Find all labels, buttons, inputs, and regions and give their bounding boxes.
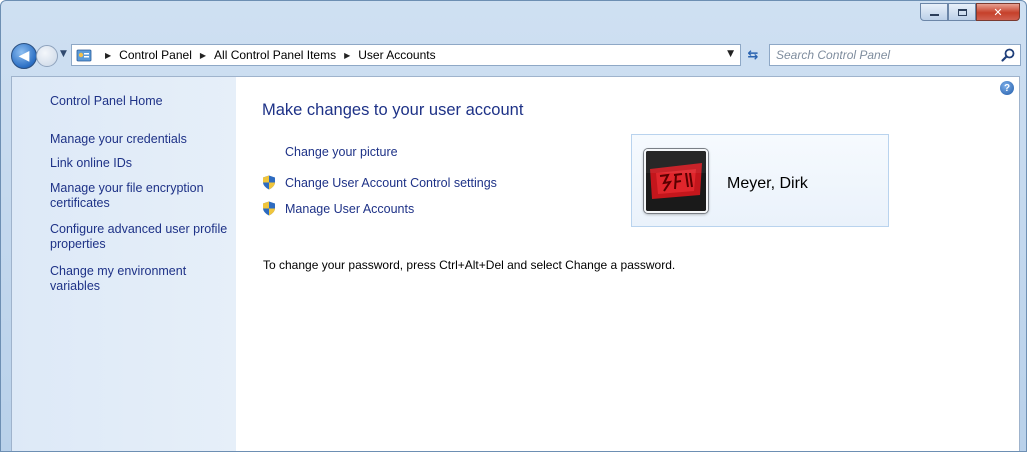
- forward-button[interactable]: [36, 45, 58, 67]
- sidebar: Control Panel Home Manage your credentia…: [12, 77, 236, 451]
- user-account-tile: Meyer, Dirk: [631, 134, 889, 227]
- maximize-button[interactable]: [948, 3, 976, 21]
- manage-user-accounts-link[interactable]: Manage User Accounts: [285, 202, 414, 216]
- search-icon[interactable]: [1000, 47, 1016, 63]
- user-picture-icon: [646, 151, 706, 211]
- help-button[interactable]: ?: [1000, 81, 1014, 95]
- uac-shield-icon: [263, 175, 275, 190]
- window-caption-buttons: ✕: [920, 3, 1020, 23]
- breadcrumb-user-accounts[interactable]: User Accounts: [358, 48, 435, 62]
- history-dropdown-icon[interactable]: ▼: [60, 49, 67, 59]
- avatar[interactable]: [644, 149, 708, 213]
- user-name: Meyer, Dirk: [727, 175, 808, 192]
- breadcrumb-all-items[interactable]: All Control Panel Items: [214, 48, 336, 62]
- breadcrumb-separator-icon[interactable]: ▶: [200, 51, 206, 60]
- breadcrumb-control-panel[interactable]: Control Panel: [119, 48, 192, 62]
- main-panel: ? Make changes to your user account Chan…: [236, 77, 1019, 451]
- control-panel-window: ✕ ◀ ▼ ▶ Control Panel ▶ All Control Pane…: [0, 0, 1027, 452]
- page-title: Make changes to your user account: [262, 101, 524, 119]
- change-uac-settings-link[interactable]: Change User Account Control settings: [285, 176, 497, 190]
- change-picture-link[interactable]: Change your picture: [285, 145, 398, 159]
- address-dropdown-icon[interactable]: ▼: [727, 49, 734, 59]
- sidebar-item-environment-variables[interactable]: Change my environment variables: [50, 264, 230, 294]
- help-icon: ?: [1003, 82, 1011, 94]
- sidebar-item-link-online-ids[interactable]: Link online IDs: [50, 156, 230, 171]
- sidebar-item-manage-credentials[interactable]: Manage your credentials: [50, 132, 230, 147]
- maximize-icon: [957, 8, 967, 16]
- back-arrow-icon: ◀: [18, 48, 30, 64]
- minimize-icon: [929, 14, 939, 16]
- sidebar-item-advanced-profile-properties[interactable]: Configure advanced user profile properti…: [50, 222, 230, 252]
- refresh-button[interactable]: ⇆: [742, 44, 764, 66]
- breadcrumb-separator-icon[interactable]: ▶: [344, 51, 350, 60]
- control-panel-icon: [76, 49, 92, 62]
- breadcrumb-separator-icon[interactable]: ▶: [105, 51, 111, 60]
- search-box[interactable]: [769, 44, 1021, 66]
- address-bar[interactable]: ▶ Control Panel ▶ All Control Panel Item…: [71, 44, 741, 66]
- password-info-text: To change your password, press Ctrl+Alt+…: [263, 258, 676, 272]
- minimize-button[interactable]: [920, 3, 948, 21]
- search-input[interactable]: [776, 47, 976, 63]
- refresh-icon: ⇆: [747, 47, 759, 63]
- content-area: Control Panel Home Manage your credentia…: [11, 76, 1020, 451]
- navigation-bar: ◀ ▼ ▶ Control Panel ▶ All Control Panel …: [11, 43, 1021, 69]
- breadcrumb: ▶ Control Panel ▶ All Control Panel Item…: [97, 45, 436, 65]
- back-button[interactable]: ◀: [11, 43, 37, 69]
- close-button[interactable]: ✕: [976, 3, 1020, 21]
- sidebar-item-file-encryption-certificates[interactable]: Manage your file encryption certificates: [50, 181, 230, 211]
- uac-shield-icon: [263, 201, 275, 216]
- close-icon: ✕: [993, 5, 1003, 19]
- sidebar-control-panel-home[interactable]: Control Panel Home: [50, 94, 230, 109]
